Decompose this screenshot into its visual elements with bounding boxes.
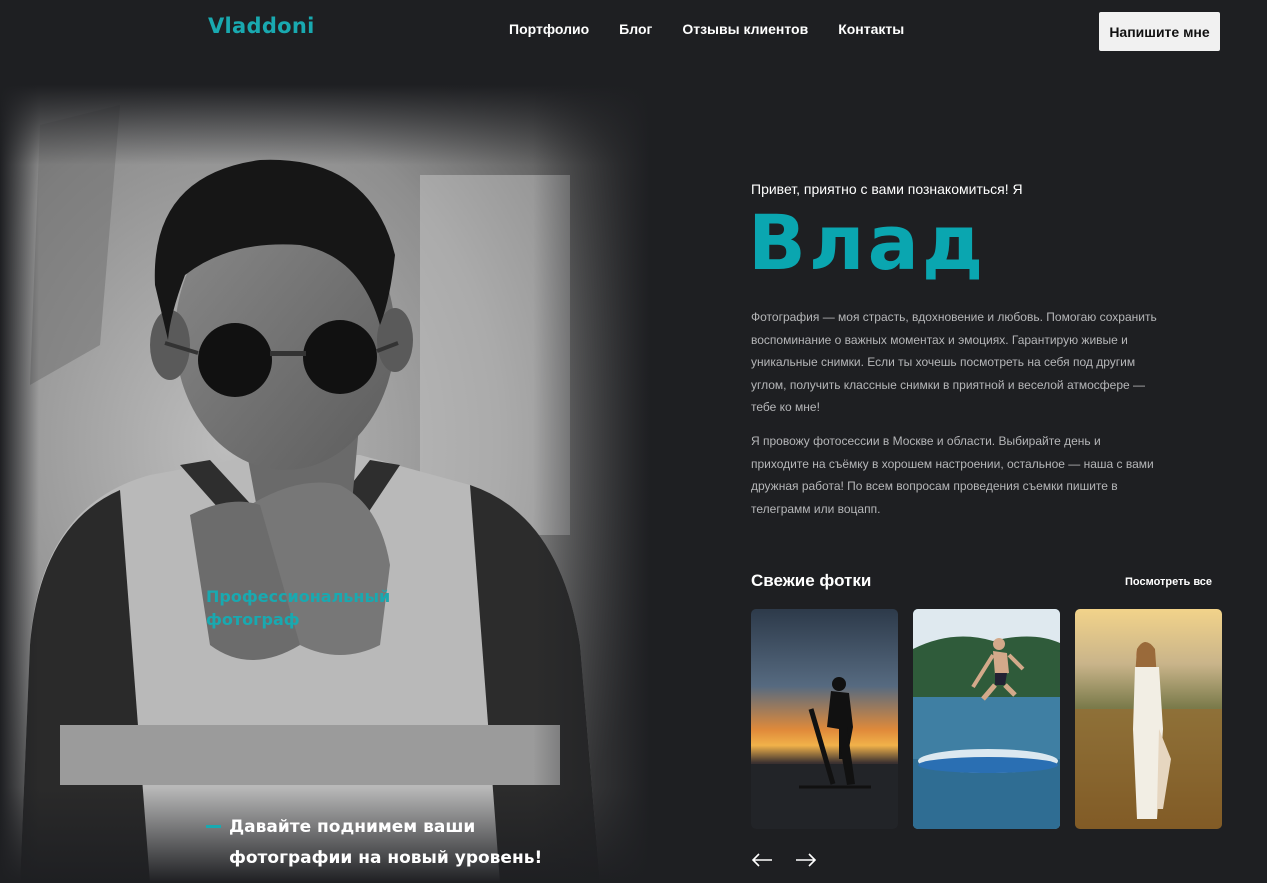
arrow-left-icon[interactable] [751,849,773,871]
accent-dash [206,825,221,828]
carousel-controls [751,849,817,871]
nav-blog[interactable]: Блог [619,21,652,37]
bio-paragraph: Фотография — моя страсть, вдохновение и … [751,310,1157,415]
pro-photographer-label: Профессиональный фотограф [206,587,391,629]
hero-name: Влад [748,198,987,287]
fresh-photos-title: Свежие фотки [751,571,872,590]
arrow-right-icon[interactable] [795,849,817,871]
bio-paragraph: Я провожу фотосессии в Москве и области.… [751,433,1154,516]
fresh-photos-carousel [751,609,1222,829]
logo[interactable]: Vladdoni [208,14,315,38]
greeting-text: Привет, приятно с вами познакомиться! Я [751,181,1023,197]
see-all-link[interactable]: Посмотреть все [1125,576,1212,588]
photo-thumb-lake[interactable] [913,609,1060,829]
write-me-button[interactable]: Напишите мне [1099,12,1220,51]
bio: Фотография — моя страсть, вдохновение и … [751,306,1161,520]
hero-portrait-image [0,85,650,883]
main-nav: Портфолио Блог Отзывы клиентов Контакты [509,21,904,37]
photo-thumb-field[interactable] [1075,609,1222,829]
nav-portfolio[interactable]: Портфолио [509,21,589,37]
tagline-text: Давайте поднимем ваши фотографии на новы… [229,817,543,868]
photo-thumb-sunset[interactable] [751,609,898,829]
nav-reviews[interactable]: Отзывы клиентов [682,21,808,37]
nav-contacts[interactable]: Контакты [838,21,904,37]
tagline: Давайте поднимем ваши фотографии на новы… [206,812,569,874]
